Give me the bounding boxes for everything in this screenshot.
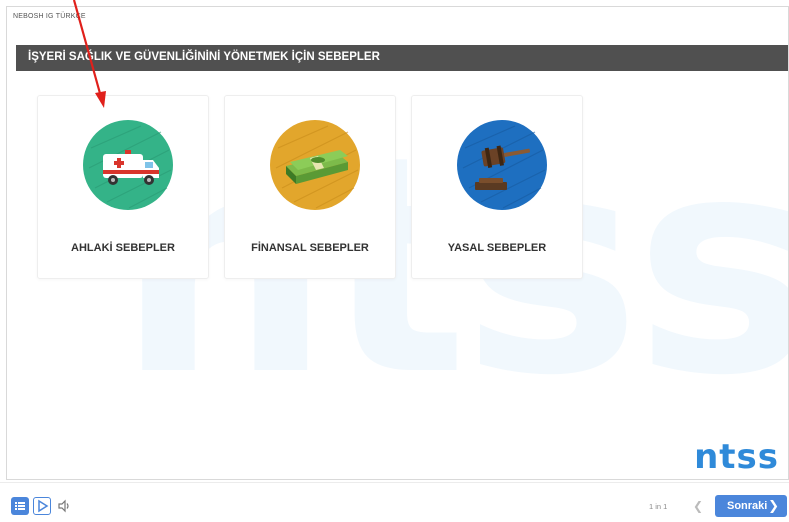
chevron-right-icon: ❯ <box>768 498 779 513</box>
previous-button[interactable]: ❮ <box>689 497 707 515</box>
slide-frame: NEBOSH IG TÜRKÇE ntss İŞYERİ SAĞLIK VE G… <box>6 6 789 480</box>
next-button-label: Sonraki <box>727 500 768 512</box>
play-icon <box>38 499 49 513</box>
course-title: NEBOSH IG TÜRKÇE <box>13 13 86 20</box>
card-yasal-sebepler[interactable]: YASAL SEBEPLER <box>411 95 583 279</box>
volume-icon <box>58 499 69 513</box>
card-label: FİNANSAL SEBEPLER <box>251 242 369 254</box>
slide-title: İŞYERİ SAĞLIK VE GÜVENLİĞİNİNİ YÖNETMEK … <box>28 51 380 63</box>
volume-button[interactable] <box>55 497 73 515</box>
gavel-icon <box>457 120 547 210</box>
list-icon <box>15 502 25 510</box>
slide-header: İŞYERİ SAĞLIK VE GÜVENLİĞİNİNİ YÖNETMEK … <box>16 45 788 71</box>
card-finansal-sebepler[interactable]: FİNANSAL SEBEPLER <box>224 95 396 279</box>
next-button[interactable]: Sonraki ❯ <box>715 495 787 517</box>
ambulance-icon <box>83 120 173 210</box>
play-button[interactable] <box>33 497 51 515</box>
card-ahlaki-sebepler[interactable]: AHLAKİ SEBEPLER <box>37 95 209 279</box>
card-label: YASAL SEBEPLER <box>447 242 547 254</box>
page-indicator: 1 in 1 <box>649 502 668 511</box>
card-label: AHLAKİ SEBEPLER <box>71 242 175 254</box>
player-footer: 1 in 1 ❮ Sonraki ❯ <box>0 482 789 522</box>
brand-logo: ntss <box>694 437 779 477</box>
chevron-left-icon: ❮ <box>692 499 704 513</box>
menu-button[interactable] <box>11 497 29 515</box>
money-stack-icon <box>270 120 360 210</box>
